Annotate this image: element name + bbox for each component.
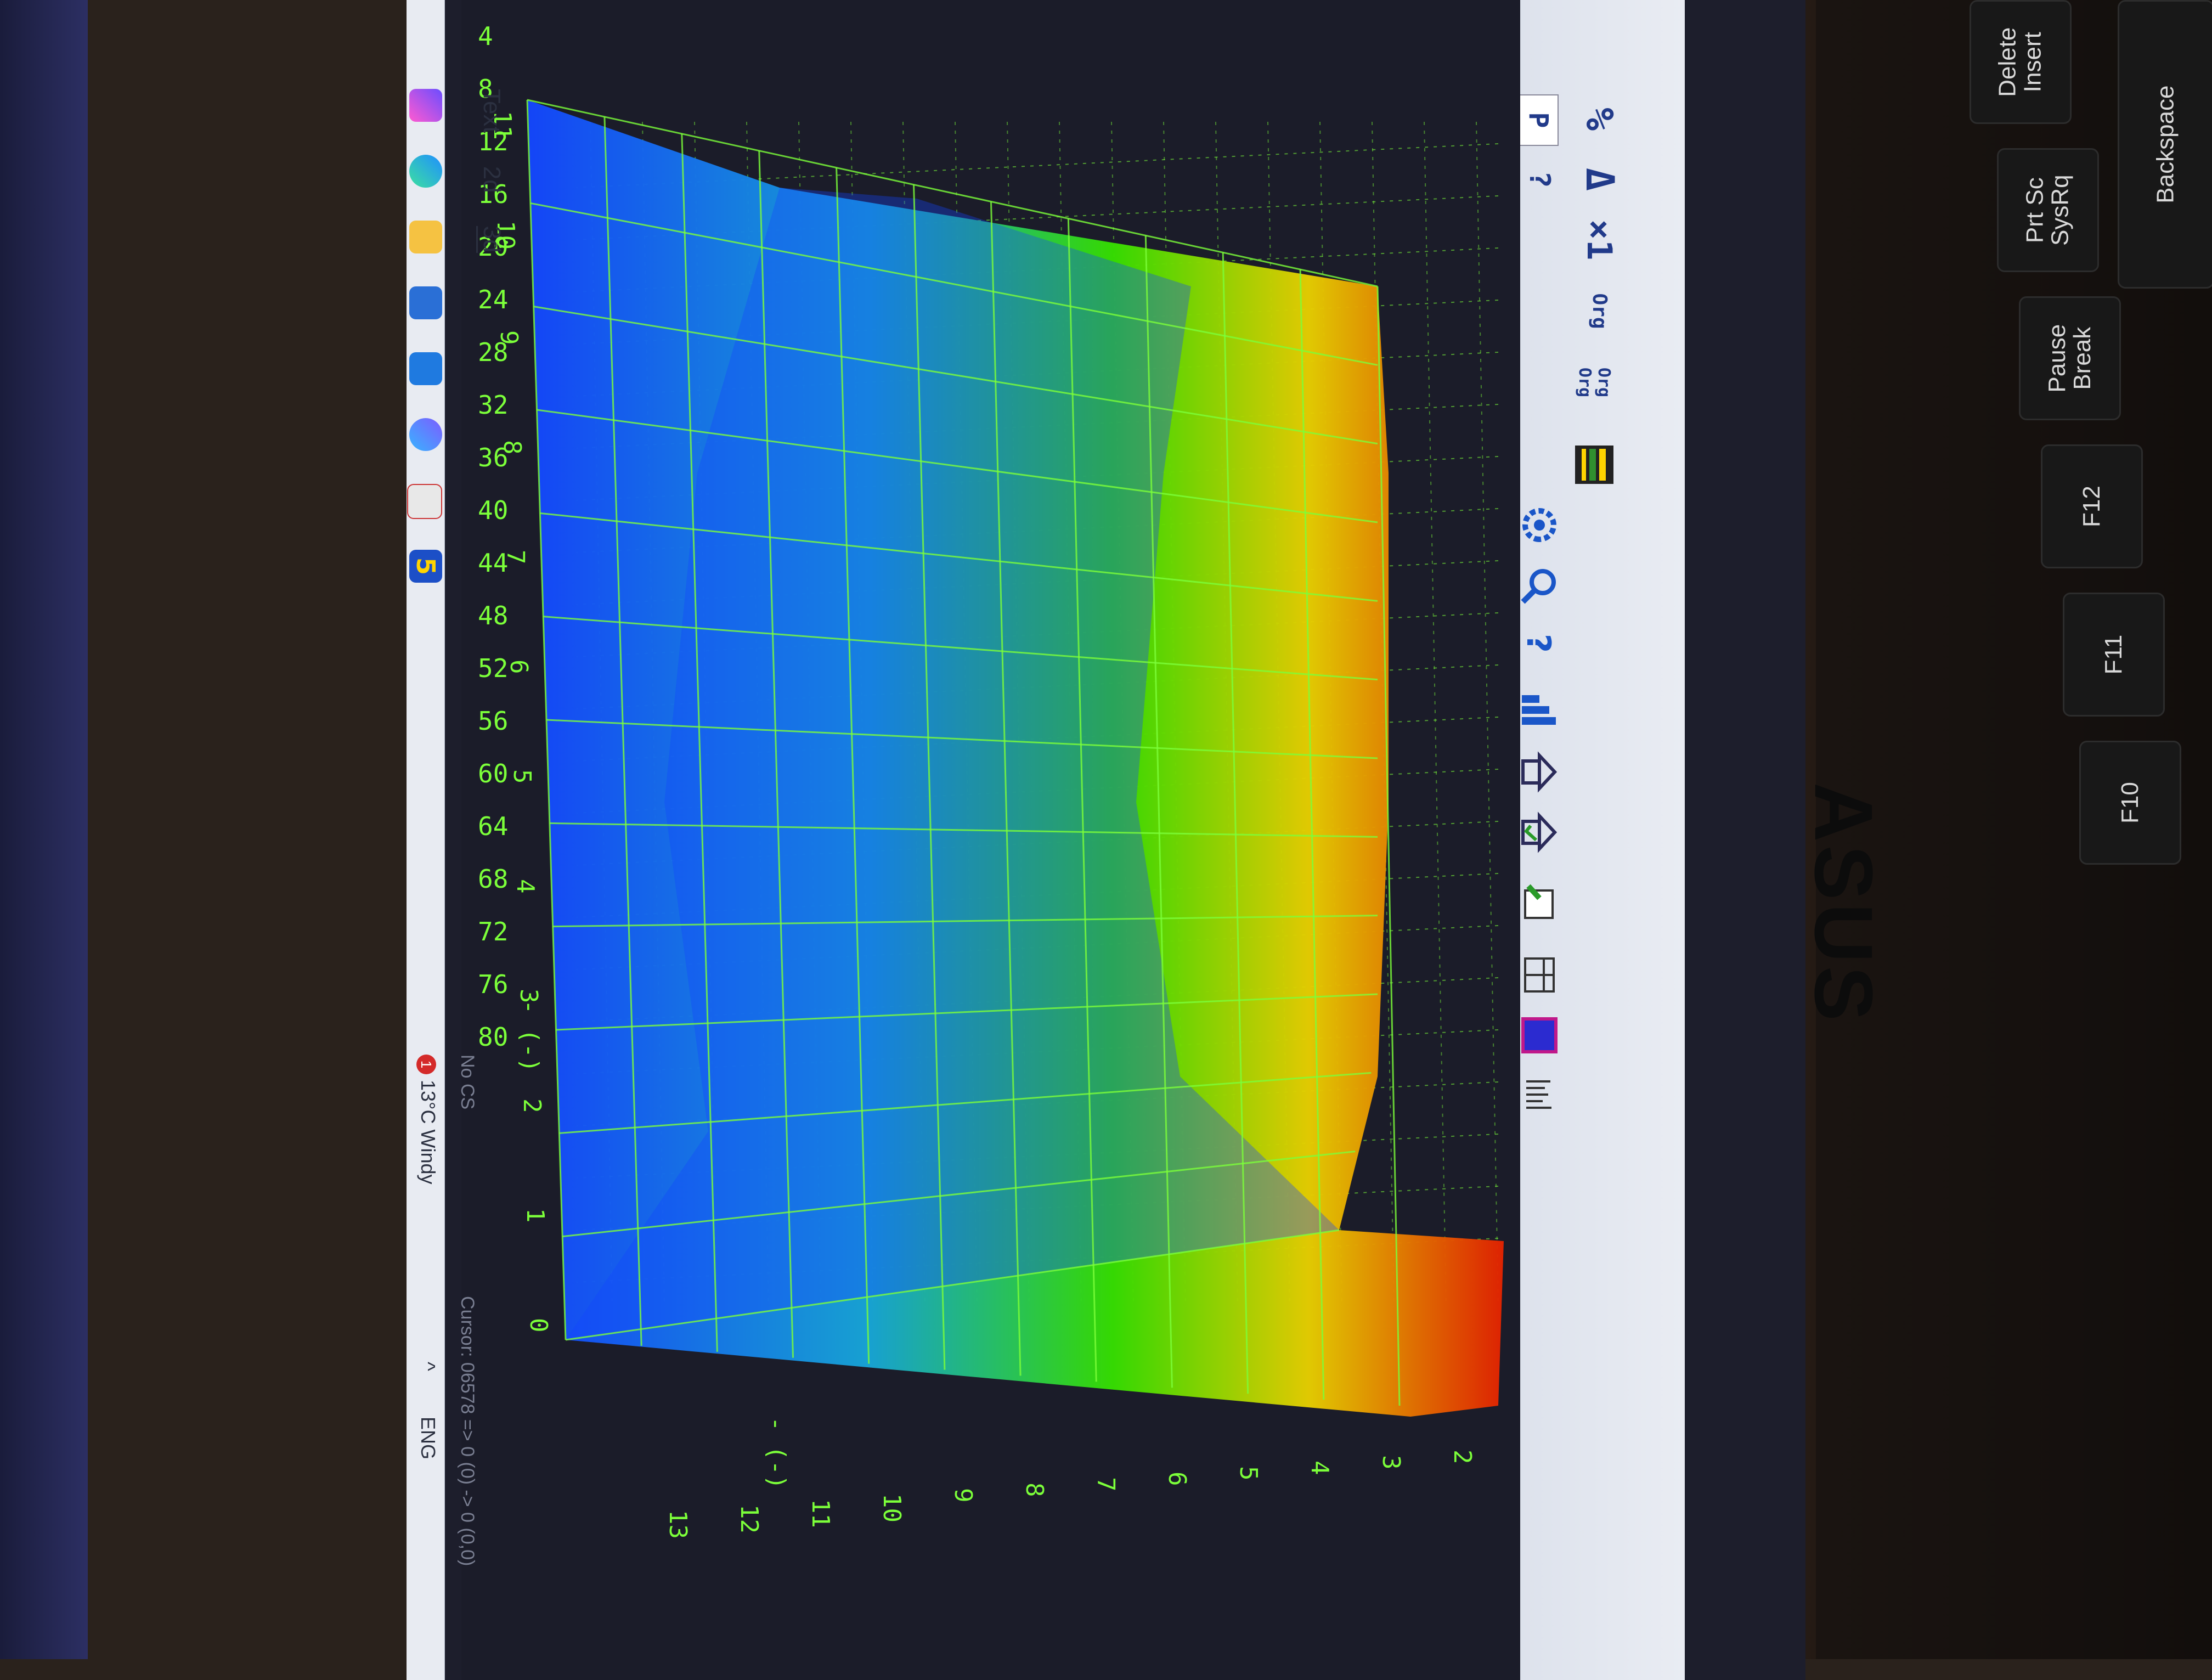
x-axis-label: - (-) — [516, 1000, 544, 1072]
key-pause[interactable]: Pause Break — [2019, 296, 2121, 420]
z-tick-label: 68 — [478, 864, 508, 894]
house-check-icon[interactable] — [1515, 808, 1564, 857]
y-tick-label: 2 — [1448, 1450, 1476, 1464]
copilot-app-icon[interactable] — [409, 418, 442, 451]
parameter-button[interactable]: P — [1518, 94, 1559, 146]
x-tick-label: 6 — [505, 659, 533, 674]
z-tick-label: 32 — [478, 390, 508, 420]
weather-badge: 1 — [416, 1055, 436, 1074]
x-tick-label: 5 — [508, 769, 536, 784]
export-icon[interactable] — [1515, 879, 1564, 928]
original-compare-button[interactable]: Org Org — [1564, 352, 1624, 413]
app-5-icon[interactable]: 5 — [409, 550, 442, 583]
store-icon[interactable] — [409, 352, 442, 385]
tray-chevron-icon[interactable]: ^ — [416, 1362, 439, 1371]
map-surface — [527, 100, 1504, 1417]
settings-gear-icon[interactable] — [1515, 500, 1564, 550]
table-icon[interactable] — [1515, 950, 1564, 1000]
bars-scale-icon[interactable] — [1515, 1071, 1564, 1120]
delta-button[interactable]: Δ — [1575, 155, 1624, 204]
tab-2d[interactable]: 2d — [476, 166, 505, 193]
y-tick-label: 13 — [664, 1510, 692, 1539]
tray-lang[interactable]: ENG — [416, 1417, 439, 1459]
key-delete-insert[interactable]: Delete Insert — [1970, 0, 2072, 124]
z-tick-label: 24 — [478, 285, 508, 314]
tab-3d[interactable]: 3d — [476, 225, 505, 253]
x-tick-label: 0 — [524, 1318, 552, 1333]
z-tick-label: 52 — [478, 653, 508, 683]
y-tick-label: 4 — [1306, 1461, 1334, 1475]
house-icon[interactable] — [1515, 747, 1564, 797]
key-backspace[interactable]: Backspace — [2118, 0, 2212, 289]
z-tick-label: 56 — [478, 706, 508, 736]
z-tick-label: 4 — [478, 21, 493, 51]
key-prtsc[interactable]: Prt Sc SysRq — [1997, 148, 2099, 272]
y-tick-label: 3 — [1377, 1455, 1405, 1470]
x-tick-label: 1 — [521, 1208, 549, 1223]
weather-text: Windy — [417, 1129, 439, 1185]
key-f11[interactable]: F11 — [2063, 593, 2165, 717]
map-3d-view[interactable]: 4 8 12 16 20 24 28 32 36 40 44 48 52 56 60 64 68 72 76 80 1… — [461, 0, 1520, 1680]
y-tick-label: 7 — [1092, 1477, 1120, 1492]
y-tick-label: 6 — [1163, 1472, 1191, 1486]
layers-icon[interactable] — [1564, 435, 1624, 495]
status-cursor-value: 0 (0) -> 0 (0,0) — [457, 1446, 478, 1566]
y-axis-label: - (-) — [763, 1417, 791, 1489]
asus-logo: ASUS — [1797, 782, 1890, 1024]
file-explorer-icon[interactable] — [409, 221, 442, 253]
x-tick-label: 9 — [495, 330, 523, 345]
y-tick-label: 12 — [735, 1504, 763, 1534]
monitor-screen: % Δ ×1 Org Org Org P ? ? 4 8 12 16 20 24… — [407, 0, 1805, 1680]
edge-icon[interactable] — [409, 155, 442, 188]
mail-icon[interactable] — [409, 286, 442, 319]
y-tick-label: 9 — [949, 1488, 977, 1503]
percent-button[interactable]: % — [1575, 94, 1624, 144]
photo-stage: % Δ ×1 Org Org Org P ? ? 4 8 12 16 20 24… — [0, 0, 2212, 1680]
z-tick-label: 48 — [478, 601, 508, 630]
z-tick-label: 60 — [478, 759, 508, 788]
map-3d-svg: 48121620242832364044485256606468727680 1… — [478, 21, 1504, 1539]
app-f-icon[interactable] — [407, 484, 442, 519]
x-tick-label: 8 — [498, 440, 526, 455]
x-tick-label: 4 — [511, 879, 539, 894]
x-tick-label: 2 — [518, 1098, 546, 1113]
y-tick-label: 11 — [806, 1499, 834, 1528]
search-help-icon[interactable] — [1515, 561, 1564, 610]
z-tick-label: 64 — [478, 811, 508, 841]
original-button[interactable]: Org — [1575, 281, 1624, 341]
svg-text:?: ? — [1519, 634, 1558, 653]
key-f10[interactable]: F10 — [2079, 741, 2181, 865]
status-cs: No CS — [457, 1055, 478, 1110]
weather-widget[interactable]: 1 13°C Windy — [416, 1055, 439, 1185]
multiply-button[interactable]: ×1 — [1575, 210, 1624, 270]
z-tick-label: 76 — [478, 969, 508, 999]
tab-text[interactable]: Text — [476, 89, 505, 133]
y-tick-label: 5 — [1234, 1466, 1262, 1481]
weather-temp: 13°C — [417, 1080, 439, 1124]
monitor-bezel-left — [0, 0, 88, 1659]
z-tick-label: 80 — [478, 1022, 508, 1052]
z-tick-label: 72 — [478, 917, 508, 946]
help-button[interactable]: ? — [1520, 160, 1559, 199]
copilot-icon[interactable] — [409, 89, 442, 122]
z-tick-label: 40 — [478, 495, 508, 525]
status-cursor: Cursor: 06578 => — [457, 1296, 478, 1441]
y-tick-label: 10 — [878, 1493, 906, 1523]
key-f12[interactable]: F12 — [2041, 444, 2143, 568]
x-tick-label: 7 — [501, 550, 529, 565]
back-grid-line — [1424, 121, 1447, 1307]
y-tick-label: 8 — [1020, 1482, 1048, 1497]
chart-bars-icon[interactable] — [1515, 687, 1564, 736]
question-icon[interactable]: ? — [1515, 621, 1564, 670]
back-grid-line — [1476, 121, 1499, 1307]
color-map-icon[interactable] — [1515, 1011, 1564, 1060]
